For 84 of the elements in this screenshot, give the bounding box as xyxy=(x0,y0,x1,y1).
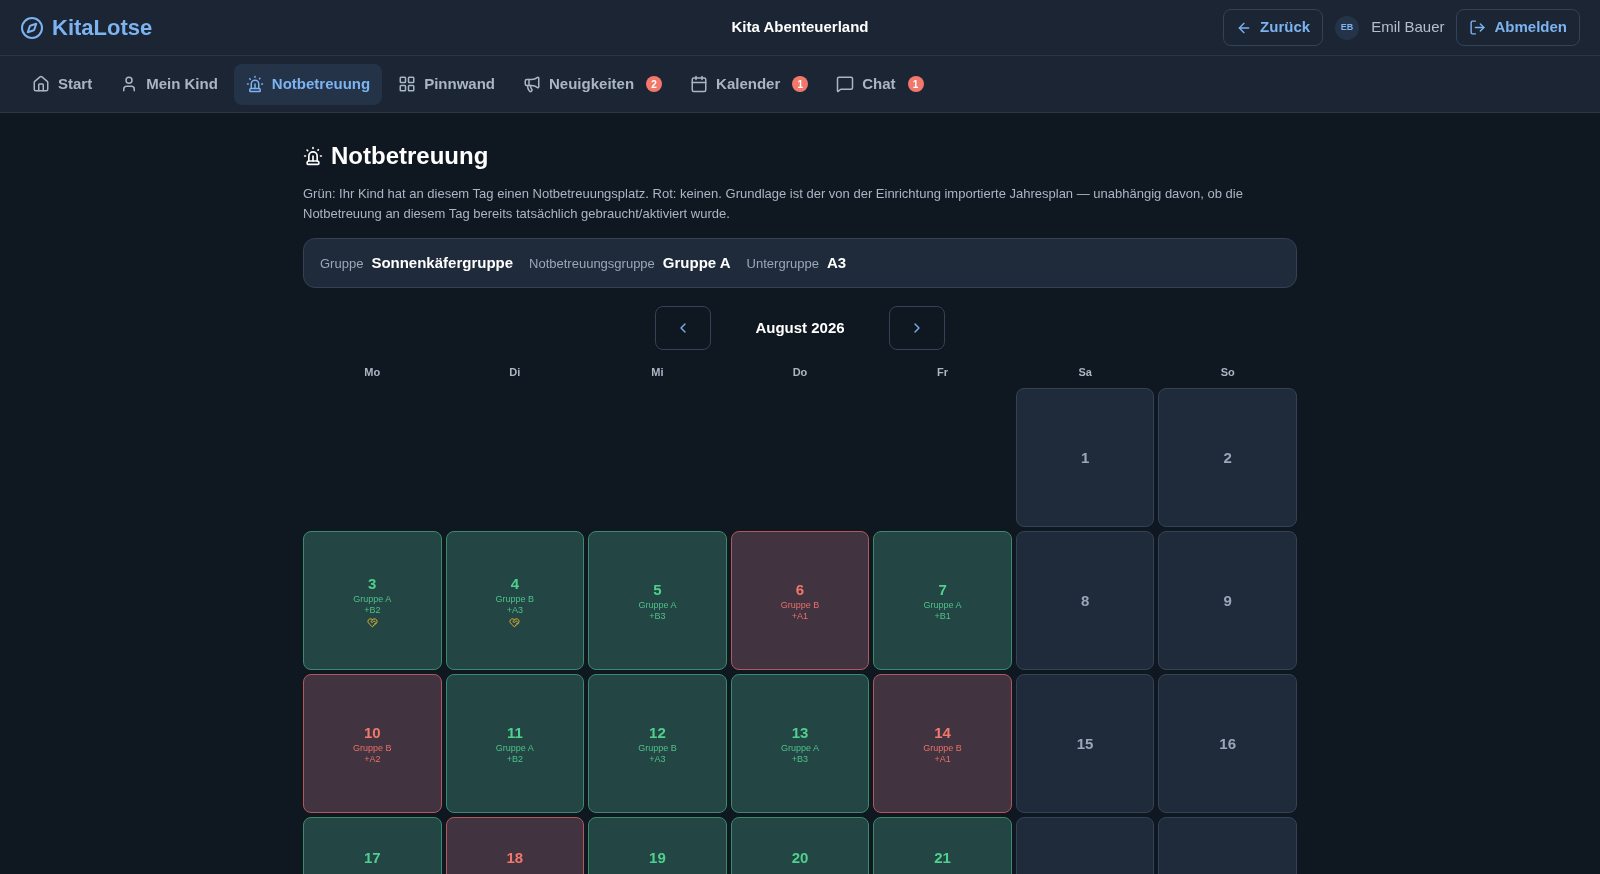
group-label: Gruppe B xyxy=(353,742,392,754)
grid-icon xyxy=(398,75,417,93)
day-number: 15 xyxy=(1076,733,1094,754)
month-label: August 2026 xyxy=(755,317,845,338)
count-badge: 1 xyxy=(907,76,924,92)
day-number: 21 xyxy=(934,848,951,868)
subgroup-label: +A2 xyxy=(364,753,381,765)
nav-tab[interactable]: Pinnwand xyxy=(386,63,508,105)
day-number: 12 xyxy=(649,722,666,743)
weekday-label: Sa xyxy=(1077,365,1093,380)
subgroup-label: +B3 xyxy=(649,610,666,622)
day-number: 11 xyxy=(506,722,523,743)
group-label: Gruppe A xyxy=(638,599,677,611)
logout-button[interactable]: Abmelden xyxy=(1456,9,1580,46)
user-avatar: EB xyxy=(1335,15,1360,40)
nav-tab[interactable]: Notbetreuung xyxy=(233,63,383,105)
day-number: 9 xyxy=(1223,590,1232,611)
day-number: 1 xyxy=(1080,447,1090,468)
group-label: Gruppe A xyxy=(495,742,534,754)
day-number: 16 xyxy=(1219,733,1237,754)
next-month-button[interactable] xyxy=(889,306,945,350)
info-label: Notbetreuungsgruppe xyxy=(529,254,655,273)
weekday-label: Do xyxy=(791,365,809,380)
subgroup-label: +A3 xyxy=(649,753,666,765)
kita-title: Kita Abenteuerland xyxy=(731,17,869,38)
day-number: 18 xyxy=(506,848,524,868)
siren-icon xyxy=(245,75,264,93)
group-label: Gruppe A xyxy=(780,742,819,754)
logout-icon xyxy=(1469,19,1487,36)
weekday-label: Mo xyxy=(363,365,382,380)
nav-tab[interactable]: Neuigkeiten 2 xyxy=(511,63,675,105)
page-title: Notbetreuung xyxy=(331,141,489,171)
group-label: Gruppe B xyxy=(638,742,677,754)
day-number: 8 xyxy=(1080,590,1090,611)
group-label: Gruppe A xyxy=(923,599,962,611)
day-number: 2 xyxy=(1223,447,1232,468)
subgroup-label: +A1 xyxy=(934,753,951,765)
count-badge: 2 xyxy=(646,76,663,92)
day-number: 6 xyxy=(795,579,805,600)
nav-tab[interactable]: Kalender 1 xyxy=(678,63,821,105)
weekday-label: So xyxy=(1219,365,1236,380)
group-label: Gruppe B xyxy=(923,742,962,754)
chat-icon xyxy=(836,75,855,93)
nav-tab[interactable]: Mein Kind xyxy=(108,63,230,105)
subgroup-label: +A1 xyxy=(791,610,809,622)
group-label: Gruppe B xyxy=(780,599,820,611)
subgroup-label: +A3 xyxy=(506,604,523,616)
day-number: 13 xyxy=(791,722,809,743)
day-number: 7 xyxy=(938,579,947,600)
info-label: Untergruppe xyxy=(746,254,819,273)
weekday-label: Fr xyxy=(936,365,950,380)
nav-tab[interactable]: Start xyxy=(20,63,105,105)
previous-month-button[interactable] xyxy=(655,306,711,350)
count-badge: 1 xyxy=(792,76,809,92)
day-number: 10 xyxy=(363,722,381,743)
app-logo[interactable]: KitaLotse xyxy=(52,11,153,44)
subgroup-label: +B2 xyxy=(364,604,381,616)
calendar-icon xyxy=(690,75,709,93)
day-number: 14 xyxy=(934,722,951,743)
day-number: 20 xyxy=(791,848,809,868)
subgroup-label: +B1 xyxy=(934,610,951,622)
day-number: 17 xyxy=(363,848,381,868)
day-number: 5 xyxy=(653,579,662,600)
group-label: Gruppe A xyxy=(353,593,392,605)
day-number: 3 xyxy=(368,573,377,594)
page-description: Grün: Ihr Kind hat an diesem Tag einen Notbetreuungsplatz. Rot: keinen. Grundlage ist der von der Einrichtung importierte Jahresplan — unabhängig davon, ob die Notbetreuung an diesem Tag bereits tatsächlich gebraucht/aktiviert wurde. xyxy=(303,185,1244,223)
subgroup-label: +B2 xyxy=(506,753,523,765)
back-button[interactable]: Zurück xyxy=(1223,9,1324,46)
day-number: 19 xyxy=(649,848,666,868)
subgroup-label: +B3 xyxy=(791,753,809,765)
group-label: Gruppe B xyxy=(495,593,535,605)
weekday-label: Mi xyxy=(650,365,665,380)
nav-tab[interactable]: Chat 1 xyxy=(824,63,936,105)
info-value: Sonnenkäfergruppe xyxy=(371,252,514,273)
siren-icon xyxy=(303,146,323,166)
day-number: 4 xyxy=(510,573,519,594)
weekday-label: Di xyxy=(508,365,522,380)
compass-icon xyxy=(20,15,44,40)
home-icon xyxy=(32,75,50,93)
info-value: A3 xyxy=(826,252,847,273)
megaphone-icon xyxy=(523,75,542,93)
info-label: Gruppe xyxy=(320,254,364,273)
user-name: Emil Bauer xyxy=(1371,17,1445,38)
info-value: Gruppe A xyxy=(662,252,731,273)
